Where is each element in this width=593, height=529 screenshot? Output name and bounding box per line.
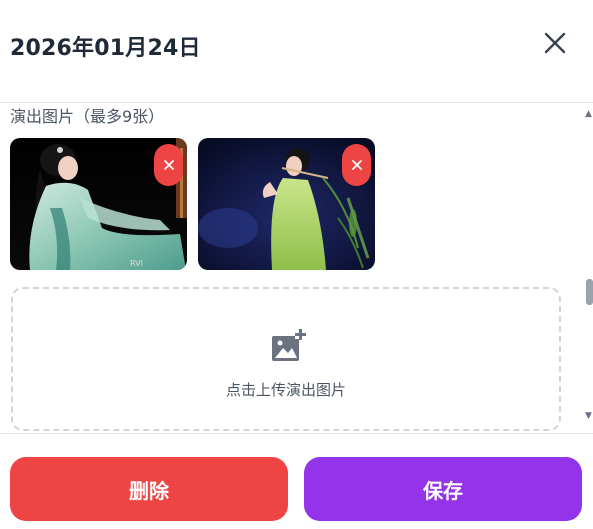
- dialog-footer: 删除 保存: [0, 433, 593, 529]
- remove-photo-button[interactable]: [342, 144, 371, 186]
- delete-button[interactable]: 删除: [10, 457, 288, 521]
- close-icon: [544, 32, 566, 54]
- add-photo-icon: [272, 328, 306, 361]
- scrollbar-thumb[interactable]: [586, 279, 593, 305]
- upload-dropzone[interactable]: 点击上传演出图片: [11, 287, 561, 431]
- photos-section-label: 演出图片（最多9张）: [10, 107, 165, 126]
- upload-hint: 点击上传演出图片: [225, 381, 346, 399]
- scroll-up-icon[interactable]: ▲: [585, 109, 592, 119]
- dialog-title: 2026年01月24日: [10, 36, 201, 61]
- save-button[interactable]: 保存: [304, 457, 582, 521]
- close-icon: [351, 160, 362, 170]
- photo-thumbnail[interactable]: [198, 138, 375, 270]
- close-button[interactable]: [538, 28, 570, 60]
- close-icon: [163, 160, 174, 170]
- remove-photo-button[interactable]: [154, 144, 183, 186]
- dialog-header: 2026年01月24日: [0, 0, 593, 103]
- dialog-content: 演出图片（最多9张） RVI 点击上传演出图片: [0, 103, 593, 433]
- scrollbar[interactable]: ▲ ▼: [584, 103, 593, 433]
- svg-text:RVI: RVI: [130, 259, 143, 268]
- photo-thumbnail[interactable]: RVI: [10, 138, 187, 270]
- scroll-down-icon[interactable]: ▼: [585, 411, 592, 421]
